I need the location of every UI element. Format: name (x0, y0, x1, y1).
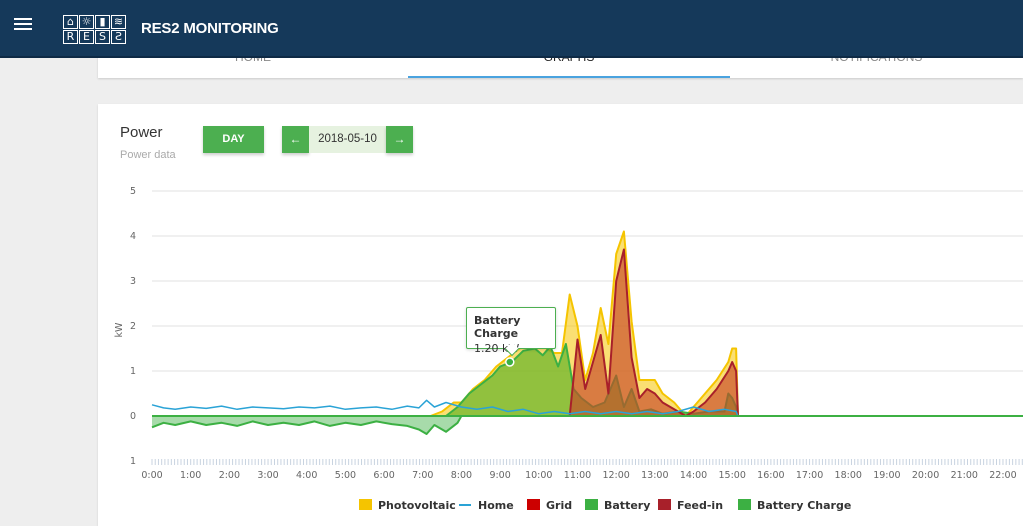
x-tick-label: 21:00 (951, 470, 978, 481)
x-tick-label: 19:00 (873, 470, 900, 481)
app-title: RES2 MONITORING (141, 20, 279, 37)
y-tick-label: 4 (130, 231, 136, 242)
series-area-feed-in (152, 249, 1011, 416)
legend-label-battery: Battery (604, 499, 650, 512)
legend-swatch-grid (527, 499, 540, 510)
legend-swatch-photovoltaic (359, 499, 372, 510)
x-tick-label: 16:00 (757, 470, 784, 481)
x-tick-label: 8:00 (451, 470, 472, 481)
x-tick-label: 5:00 (335, 470, 356, 481)
x-tick-label: 20:00 (912, 470, 939, 481)
logo-battery-icon: ▮ (95, 15, 110, 29)
y-tick-label: 1 (130, 366, 136, 377)
y-tick-label: 3 (130, 276, 136, 287)
y-axis: 5 4 3 2 1 0 1 (130, 186, 136, 467)
grid-lines (152, 190, 1023, 372)
legend-label-grid: Grid (546, 499, 572, 512)
x-tick-label: 12:00 (602, 470, 629, 481)
y-tick-label: 5 (130, 186, 136, 197)
top-app-bar: ⌂ ☼ ▮ ≋ R E S S RES2 MONITORING (0, 0, 1023, 58)
x-tick-label: 13:00 (641, 470, 668, 481)
legend-swatch-feed-in (658, 499, 671, 510)
logo-home-icon: ⌂ (63, 15, 78, 29)
x-tick-label: 22:00 (989, 470, 1016, 481)
legend-swatch-battery (585, 499, 598, 510)
hamburger-icon-bar (14, 23, 32, 25)
series-layer (151, 230, 1023, 435)
logo-letter: S (95, 30, 110, 44)
x-tick-label: 1:00 (180, 470, 201, 481)
res-logo: ⌂ ☼ ▮ ≋ R E S S (63, 15, 126, 44)
legend-label-home: Home (478, 499, 514, 512)
legend: Photovoltaic Home Grid Battery Feed-in Batter… (359, 499, 851, 512)
logo-sun-icon: ☼ (79, 15, 94, 29)
logo-wifi-icon: ≋ (111, 15, 126, 29)
legend-swatch-battery-charge (738, 499, 751, 510)
series-area-battery (152, 416, 1011, 434)
x-tick-label: 4:00 (296, 470, 317, 481)
tooltip-marker (505, 357, 515, 367)
tooltip-series: Battery Charge (474, 314, 521, 340)
x-tick-label: 9:00 (489, 470, 510, 481)
x-tick-label: 14:00 (680, 470, 707, 481)
x-tick-label: 0:00 (141, 470, 162, 481)
legend-label-battery-charge: Battery Charge (757, 499, 851, 512)
x-tick-label: 10:00 (525, 470, 552, 481)
y-tick-label: 2 (130, 321, 136, 332)
tooltip-value: 1.20 kW (474, 342, 520, 355)
menu-button[interactable] (14, 15, 36, 37)
y-tick-label: 1 (130, 456, 136, 467)
x-tick-label: 6:00 (373, 470, 394, 481)
y-axis-label: kW (114, 322, 125, 338)
legend-label-photovoltaic: Photovoltaic (378, 499, 456, 512)
legend-label-feed-in: Feed-in (677, 499, 723, 512)
power-chart: 5 4 3 2 1 0 1 kW 0:00 1:00 2:00 3:00 4:00 5:00 6:00 7… (114, 186, 1023, 512)
x-tick-label: 3:00 (257, 470, 278, 481)
x-tick-label: 15:00 (719, 470, 746, 481)
x-tick-label: 7:00 (412, 470, 433, 481)
x-tick-label: 2:00 (219, 470, 240, 481)
logo-letter: E (79, 30, 94, 44)
y-tick-label: 0 (130, 411, 136, 422)
hamburger-icon (14, 18, 32, 20)
chart-tooltip: Battery Charge 1.20 kW (466, 307, 556, 355)
x-tick-label: 18:00 (835, 470, 862, 481)
hamburger-icon-bar (14, 28, 32, 30)
logo-letter: R (63, 30, 78, 44)
x-tick-label: 17:00 (796, 470, 823, 481)
x-tick-label: 11:00 (564, 470, 591, 481)
x-axis: 0:00 1:00 2:00 3:00 4:00 5:00 6:00 7:00 8:00 9:00… (141, 459, 1023, 481)
logo-letter: S (111, 30, 126, 44)
